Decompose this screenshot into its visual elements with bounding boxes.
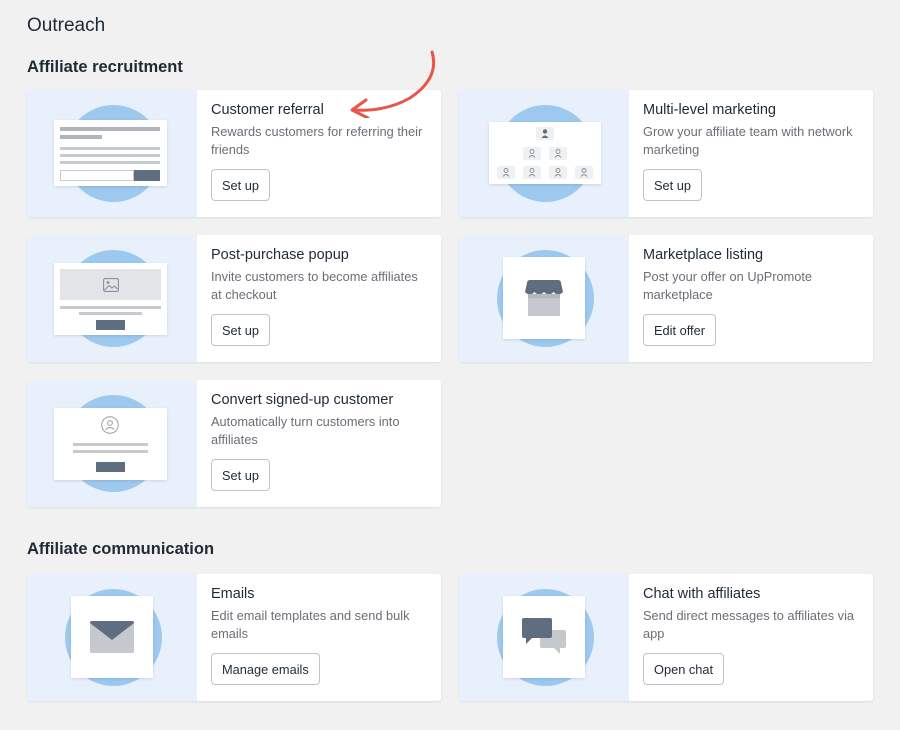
post-purchase-illustration [27,235,197,362]
card-multi-level-marketing: Multi-level marketing Grow your affiliat… [459,90,873,217]
page-title: Outreach [27,15,106,36]
card-description: Edit email templates and send bulk email… [211,608,410,641]
card-description: Post your offer on UpPromote marketplace [643,269,813,302]
card-description: Rewards customers for referring their fr… [211,124,423,157]
customer-referral-illustration [27,90,197,217]
customer-referral-setup-button[interactable]: Set up [211,169,270,201]
card-marketplace-listing: Marketplace listing Post your offer on U… [459,235,873,362]
multi-level-setup-button[interactable]: Set up [643,169,702,201]
user-icon [101,416,119,434]
card-post-purchase-popup: Post-purchase popup Invite customers to … [27,235,441,362]
card-title: Multi-level marketing [643,102,776,118]
image-icon [60,269,161,300]
section-title-recruitment: Affiliate recruitment [27,58,183,76]
annotation-arrow-icon [350,50,436,118]
card-title: Marketplace listing [643,247,764,263]
card-chat-with-affiliates: Chat with affiliates Send direct message… [459,574,873,701]
card-emails: Emails Edit email templates and send bul… [27,574,441,701]
card-description: Send direct messages to affiliates via a… [643,608,855,641]
card-title: Customer referral [211,102,324,118]
card-description: Grow your affiliate team with network ma… [643,124,853,157]
user-icon [523,166,541,179]
convert-signed-up-illustration [27,380,197,507]
card-title: Convert signed-up customer [211,392,394,408]
store-icon [503,257,585,339]
open-chat-button[interactable]: Open chat [643,653,725,685]
card-title: Post-purchase popup [211,247,349,263]
section-title-communication: Affiliate communication [27,540,215,558]
convert-signed-up-setup-button[interactable]: Set up [211,459,270,491]
user-icon [523,147,541,160]
user-icon [536,127,554,140]
emails-illustration [27,574,197,701]
user-icon [549,147,567,160]
user-icon [497,166,515,179]
user-icon [575,166,593,179]
marketplace-illustration [459,235,629,362]
card-title: Emails [211,586,255,602]
card-description: Automatically turn customers into affili… [211,414,400,447]
card-description: Invite customers to become affiliates at… [211,269,418,302]
chat-icon [503,596,585,678]
card-title: Chat with affiliates [643,586,761,602]
card-convert-signed-up-customer: Convert signed-up customer Automatically… [27,380,441,507]
mail-icon [71,596,153,678]
chat-illustration [459,574,629,701]
manage-emails-button[interactable]: Manage emails [211,653,320,685]
marketplace-edit-offer-button[interactable]: Edit offer [643,314,716,346]
post-purchase-setup-button[interactable]: Set up [211,314,270,346]
multi-level-illustration [459,90,629,217]
user-icon [549,166,567,179]
